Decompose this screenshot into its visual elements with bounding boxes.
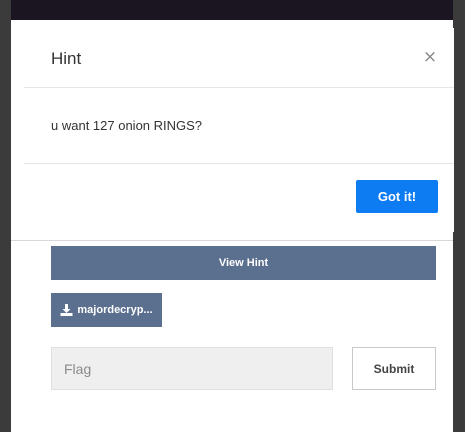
- hint-modal: Hint × u want 127 onion RINGS? Got it!: [24, 28, 454, 232]
- hint-modal-header: Hint ×: [24, 28, 454, 88]
- hint-modal-title: Hint: [51, 49, 82, 68]
- background-nav-bar: [0, 0, 465, 20]
- modal-backdrop-right: [453, 0, 465, 432]
- flag-input[interactable]: [51, 347, 333, 390]
- download-file-button[interactable]: majordecryp...: [51, 293, 162, 327]
- modal-backdrop-left: [0, 0, 11, 432]
- got-it-button[interactable]: Got it!: [356, 180, 438, 213]
- challenge-divider: [11, 240, 453, 241]
- download-file-label: majordecryp...: [77, 304, 153, 316]
- hint-modal-body: u want 127 onion RINGS?: [24, 88, 454, 164]
- view-hint-button[interactable]: View Hint: [51, 246, 436, 280]
- submit-button[interactable]: Submit: [352, 347, 436, 390]
- hint-text: u want 127 onion RINGS?: [51, 118, 203, 133]
- close-icon[interactable]: ×: [421, 46, 439, 68]
- download-icon: [60, 304, 73, 316]
